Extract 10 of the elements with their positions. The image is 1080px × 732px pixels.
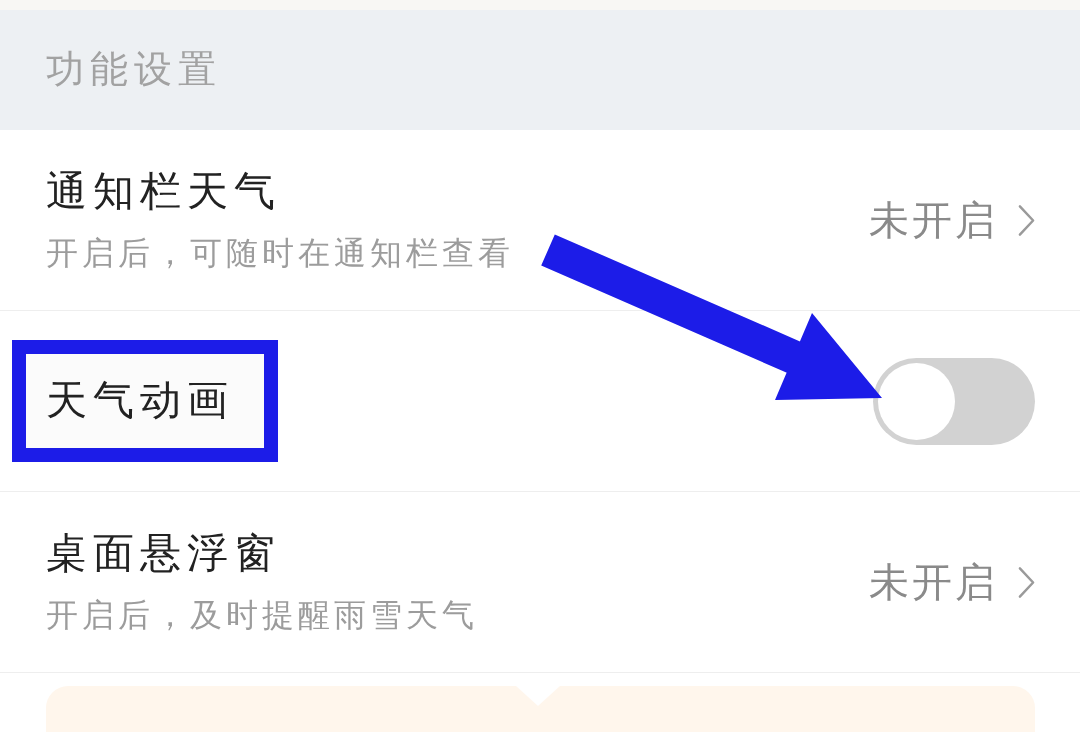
setting-title: 桌面悬浮窗 — [46, 529, 281, 578]
setting-title: 通知栏天气 — [46, 167, 281, 216]
section-title: 功能设置 — [46, 47, 222, 93]
setting-title: 天气动画 — [46, 376, 234, 425]
setting-description: 开启后，及时提醒雨雪天气 — [46, 596, 478, 635]
setting-status[interactable]: 未开启 — [869, 558, 998, 606]
setting-status[interactable]: 未开启 — [869, 196, 998, 244]
chevron-right-icon — [1018, 565, 1035, 599]
chevron-right-icon — [1018, 203, 1035, 237]
setting-description: 开启后，可随时在通知栏查看 — [46, 234, 514, 273]
